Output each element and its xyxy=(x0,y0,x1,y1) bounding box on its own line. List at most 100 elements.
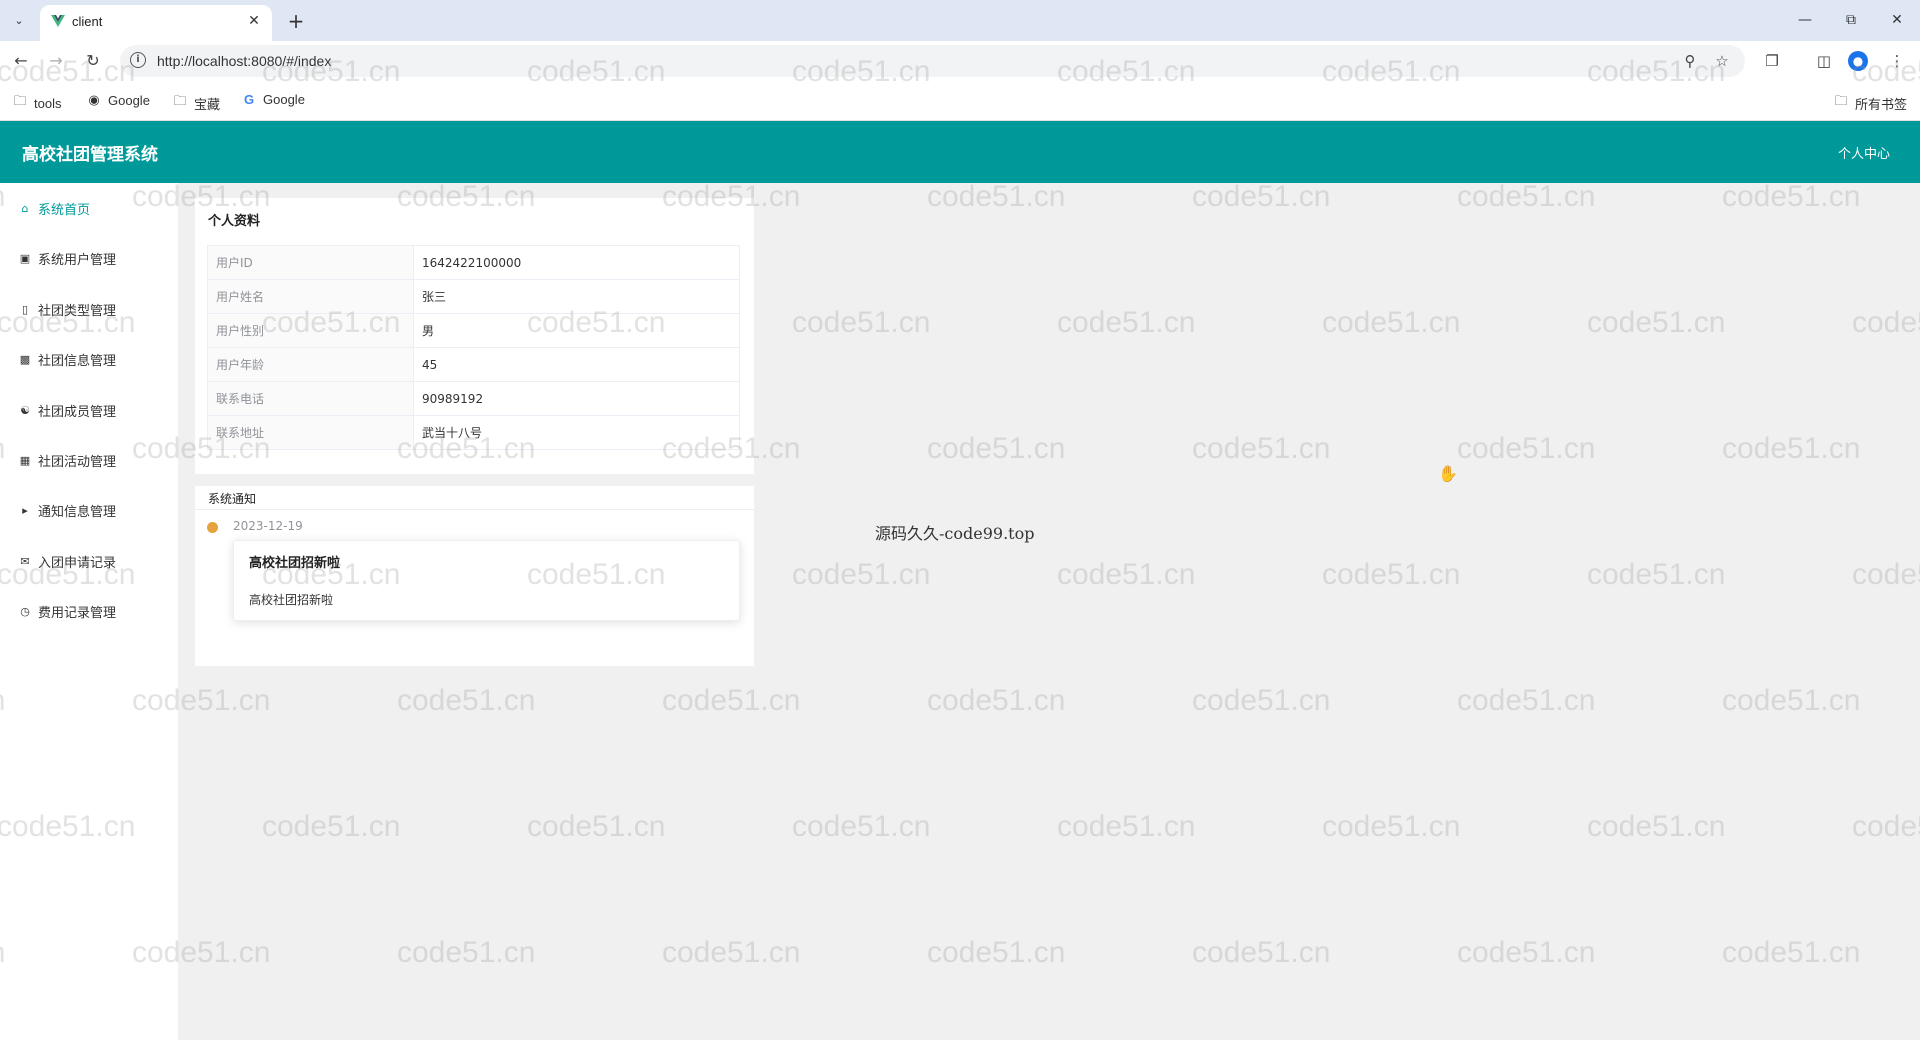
tab-title: client xyxy=(72,14,103,29)
bookmark-label: Google xyxy=(108,92,150,108)
sidebar-item-label: 系统用户管理 xyxy=(38,252,117,268)
sidebar-item-label: 社团信息管理 xyxy=(38,353,117,369)
notice-date: 2023-12-19 xyxy=(233,519,303,533)
group-icon: ☯ xyxy=(20,403,30,417)
table-row: 用户年龄 45 xyxy=(207,347,740,382)
clock-icon: ◷ xyxy=(20,604,30,618)
all-bookmarks[interactable]: 🗀 所有书签 xyxy=(1833,92,1907,114)
profile-label: 用户年龄 xyxy=(207,347,414,382)
profile-table: 用户ID 1642422100000 用户姓名 张三 用户性别 男 用户年龄 4… xyxy=(207,245,740,450)
bookmark-item[interactable]: ◉ Google xyxy=(86,92,150,108)
sidebar-item-members[interactable]: ☯ 社团成员管理 xyxy=(18,399,116,421)
site-info-icon[interactable]: i xyxy=(130,52,146,68)
app-header: 高校社团管理系统 个人中心 xyxy=(0,121,1920,183)
sidebar-item-fees[interactable]: ◷ 费用记录管理 xyxy=(18,600,116,622)
browser-tab-bar: ⌄ client ✕ + — ⧉ ✕ xyxy=(0,0,1920,41)
folder-icon: 🗀 xyxy=(173,93,187,108)
profile-label: 联系地址 xyxy=(207,415,414,450)
sidebar-item-label: 社团类型管理 xyxy=(38,303,117,319)
more-menu-icon[interactable]: ⋮ xyxy=(1885,49,1909,73)
profile-value: 45 xyxy=(413,347,740,382)
profile-title: 个人资料 xyxy=(208,214,261,229)
sidebar-item-club-info[interactable]: ▩ 社团信息管理 xyxy=(18,348,116,370)
sidebar-item-users[interactable]: ▣ 系统用户管理 xyxy=(18,247,116,269)
restore-icon[interactable]: ⧉ xyxy=(1836,8,1866,32)
folder-icon: 🗀 xyxy=(13,93,27,108)
sidebar-item-label: 入团申请记录 xyxy=(38,555,117,571)
document-icon: ▯ xyxy=(21,302,29,316)
sidebar-item-notices[interactable]: ▸ 通知信息管理 xyxy=(18,499,116,521)
all-bookmarks-label: 所有书签 xyxy=(1855,96,1908,112)
profile-label: 用户ID xyxy=(207,245,414,280)
profile-label: 用户姓名 xyxy=(207,279,414,314)
section-divider xyxy=(195,474,754,486)
extensions-icon[interactable]: ❐ xyxy=(1760,49,1784,73)
minimize-icon[interactable]: — xyxy=(1790,8,1820,32)
forward-icon[interactable]: → xyxy=(43,48,69,74)
notice-body: 高校社团招新啦 xyxy=(249,593,334,607)
globe-icon: ◉ xyxy=(88,92,100,107)
bookmark-label: Google xyxy=(263,92,305,107)
profile-value: 男 xyxy=(413,313,740,348)
folder-icon: 🗀 xyxy=(1834,93,1848,108)
bookmarks-bar: 🗀 tools ◉ Google 🗀 宝藏 G Google 🗀 所有书签 xyxy=(0,81,1920,121)
sidebar-item-applications[interactable]: ✉ 入团申请记录 xyxy=(18,550,116,572)
browser-toolbar: ← → ↻ i http://localhost:8080/#/index ⚲ … xyxy=(0,41,1920,81)
megaphone-icon: ▸ xyxy=(22,503,28,517)
sidebar-item-label: 社团活动管理 xyxy=(38,454,117,470)
table-row: 用户姓名 张三 xyxy=(207,279,740,314)
profile-label: 用户性别 xyxy=(207,313,414,348)
user-center-link[interactable]: 个人中心 xyxy=(1838,143,1890,162)
notice-card[interactable]: 高校社团招新啦 高校社团招新啦 xyxy=(233,540,740,621)
hand-cursor-icon: ✋ xyxy=(1438,464,1458,483)
tab-search-chevron-icon[interactable]: ⌄ xyxy=(8,10,30,32)
sidebar-item-activities[interactable]: ▦ 社团活动管理 xyxy=(18,449,116,471)
profile-label: 联系电话 xyxy=(207,381,414,416)
browser-tab[interactable]: client ✕ xyxy=(40,5,272,41)
bookmark-item[interactable]: G Google xyxy=(241,92,305,107)
bus-icon: ▩ xyxy=(19,352,31,366)
sidebar-item-label: 系统首页 xyxy=(38,202,91,218)
profile-value: 90989192 xyxy=(413,381,740,416)
sidebar-item-club-types[interactable]: ▯ 社团类型管理 xyxy=(18,298,116,320)
center-promo-text: 源码久久-code99.top xyxy=(875,524,1035,543)
bookmark-item[interactable]: 🗀 tools xyxy=(12,92,61,114)
profile-value: 张三 xyxy=(413,279,740,314)
bookmark-star-icon[interactable]: ☆ xyxy=(1712,51,1732,71)
notice-title: 高校社团招新啦 xyxy=(249,556,341,571)
tab-close-icon[interactable]: ✕ xyxy=(244,11,264,31)
table-row: 用户性别 男 xyxy=(207,313,740,348)
bookmark-item[interactable]: 🗀 宝藏 xyxy=(172,92,220,114)
vue-logo-icon xyxy=(51,15,65,27)
zoom-icon[interactable]: ⚲ xyxy=(1680,51,1700,71)
profile-value: 武当十八号 xyxy=(413,415,740,450)
timeline-dot xyxy=(207,522,218,533)
sidebar: ⌂ 系统首页 ▣ 系统用户管理 ▯ 社团类型管理 ▩ 社团信息管理 ☯ 社团成员… xyxy=(0,183,178,1040)
table-row: 联系电话 90989192 xyxy=(207,381,740,416)
window-close-icon[interactable]: ✕ xyxy=(1882,8,1912,32)
sidebar-item-label: 费用记录管理 xyxy=(38,605,117,621)
address-bar[interactable]: i http://localhost:8080/#/index ⚲ ☆ xyxy=(120,45,1745,77)
user-card-icon: ▣ xyxy=(19,251,31,265)
sidebar-item-label: 通知信息管理 xyxy=(38,504,117,520)
sidebar-item-home[interactable]: ⌂ 系统首页 xyxy=(18,197,91,219)
profile-value: 1642422100000 xyxy=(413,245,740,280)
bookmark-label: 宝藏 xyxy=(194,96,221,112)
home-icon: ⌂ xyxy=(21,201,29,215)
new-tab-button[interactable]: + xyxy=(283,8,309,34)
side-panel-icon[interactable]: ◫ xyxy=(1812,49,1836,73)
app-title: 高校社团管理系统 xyxy=(22,145,158,165)
sidebar-item-label: 社团成员管理 xyxy=(38,404,117,420)
bookmark-label: tools xyxy=(34,95,62,111)
table-row: 用户ID 1642422100000 xyxy=(207,245,740,280)
divider xyxy=(195,509,754,510)
back-icon[interactable]: ← xyxy=(8,48,34,74)
mail-icon: ✉ xyxy=(20,554,30,568)
google-icon: G xyxy=(243,92,255,107)
url-text[interactable]: http://localhost:8080/#/index xyxy=(157,53,331,69)
reload-icon[interactable]: ↻ xyxy=(80,48,106,74)
table-row: 联系地址 武当十八号 xyxy=(207,415,740,450)
dashboard-card: 个人资料 用户ID 1642422100000 用户姓名 张三 用户性别 男 用… xyxy=(195,198,754,666)
notices-title: 系统通知 xyxy=(208,492,257,506)
profile-avatar-icon[interactable]: ● xyxy=(1848,51,1868,71)
